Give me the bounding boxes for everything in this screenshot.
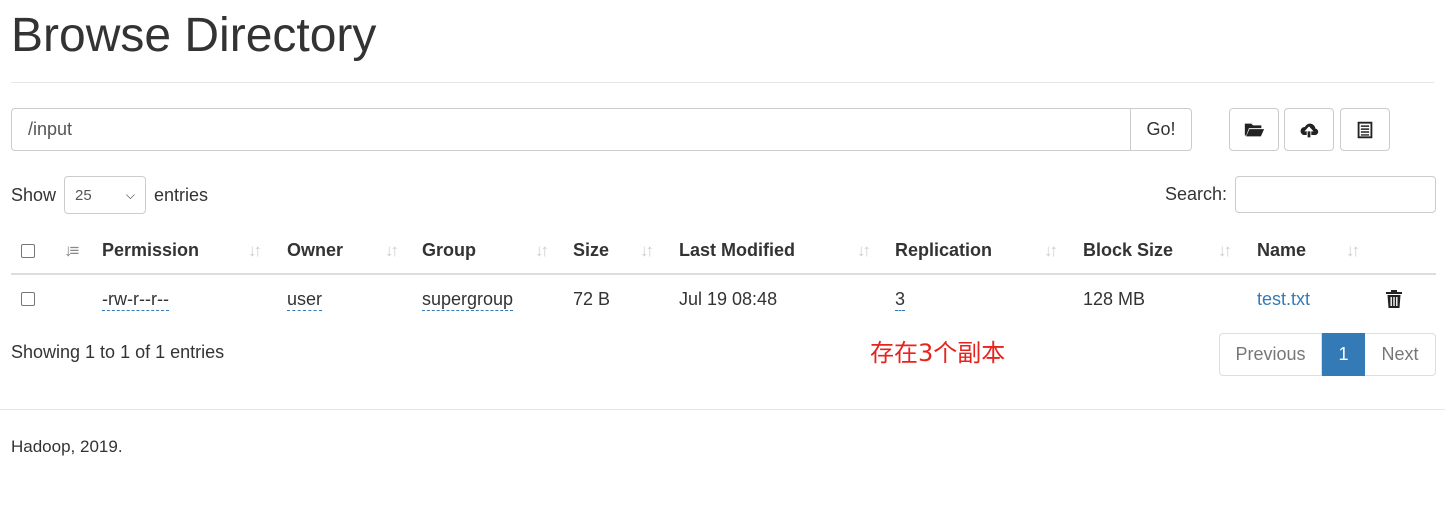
sort-icon[interactable]: ↓↑ bbox=[385, 228, 399, 273]
last-modified-cell: Jul 19 08:48 bbox=[679, 288, 778, 309]
sort-ascending-icon[interactable]: ↓≡ bbox=[64, 228, 80, 273]
table-row: -rw-r--r-- user supergroup 72 B Jul 19 0… bbox=[11, 276, 1436, 322]
page-1-button[interactable]: 1 bbox=[1322, 333, 1365, 376]
sort-icon[interactable]: ↓↑ bbox=[1218, 228, 1232, 273]
previous-page-button[interactable]: Previous bbox=[1219, 333, 1322, 376]
page-title: Browse Directory bbox=[11, 9, 377, 62]
sort-icon[interactable]: ↓↑ bbox=[248, 228, 262, 273]
list-icon bbox=[1357, 121, 1373, 138]
table-info: Showing 1 to 1 of 1 entries bbox=[11, 342, 225, 362]
block-size-cell: 128 MB bbox=[1083, 288, 1146, 309]
chevron-down-icon: ⌵ bbox=[125, 187, 136, 202]
sort-icon[interactable]: ↓↑ bbox=[857, 228, 871, 273]
create-directory-button[interactable] bbox=[1229, 108, 1279, 151]
column-header-size[interactable]: Size bbox=[573, 228, 609, 273]
file-name-link[interactable]: test.txt bbox=[1257, 289, 1310, 310]
entries-length-control: Show 25 ⌵ entries bbox=[11, 176, 208, 214]
sort-icon[interactable]: ↓↑ bbox=[640, 228, 654, 273]
search-label: Search: bbox=[1164, 184, 1227, 204]
sort-icon[interactable]: ↓↑ bbox=[535, 228, 549, 273]
sort-icon[interactable]: ↓↑ bbox=[1346, 228, 1360, 273]
entries-select[interactable]: 25 ⌵ bbox=[64, 176, 147, 214]
next-page-button[interactable]: Next bbox=[1365, 333, 1436, 376]
path-bar: Go! bbox=[11, 108, 1192, 151]
entries-select-value: 25 bbox=[75, 186, 92, 204]
group-cell[interactable]: supergroup bbox=[422, 288, 514, 311]
header-divider bbox=[11, 82, 1434, 83]
cloud-upload-icon bbox=[1300, 123, 1319, 137]
row-checkbox[interactable] bbox=[21, 276, 35, 322]
column-header-group[interactable]: Group bbox=[422, 228, 476, 273]
path-input[interactable] bbox=[11, 108, 1130, 151]
owner-cell[interactable]: user bbox=[287, 288, 323, 311]
column-header-name[interactable]: Name bbox=[1257, 228, 1306, 273]
size-cell: 72 B bbox=[573, 288, 611, 309]
footer-divider bbox=[0, 409, 1445, 410]
column-header-replication[interactable]: Replication bbox=[895, 228, 992, 273]
column-header-permission[interactable]: Permission bbox=[102, 228, 199, 273]
sort-icon[interactable]: ↓↑ bbox=[1044, 228, 1058, 273]
replication-annotation: 存在3个副本 bbox=[870, 339, 1006, 367]
column-header-owner[interactable]: Owner bbox=[287, 228, 343, 273]
search-input[interactable] bbox=[1235, 176, 1436, 213]
go-button[interactable]: Go! bbox=[1130, 108, 1192, 151]
select-all-checkbox[interactable] bbox=[21, 228, 35, 273]
column-header-block-size[interactable]: Block Size bbox=[1083, 228, 1173, 273]
table-header: ↓≡ Permission ↓↑ Owner ↓↑ Group ↓↑ Size … bbox=[11, 228, 1436, 275]
trash-icon bbox=[1386, 290, 1402, 308]
folder-open-icon bbox=[1244, 123, 1265, 136]
upload-file-button[interactable] bbox=[1284, 108, 1334, 151]
pagination: Previous 1 Next bbox=[1219, 333, 1436, 376]
permission-cell[interactable]: -rw-r--r-- bbox=[102, 288, 169, 311]
show-label: Show bbox=[11, 184, 57, 205]
entries-suffix-label: entries bbox=[154, 184, 209, 205]
footer-text: Hadoop, 2019. bbox=[11, 437, 123, 456]
search-control: Search: bbox=[1165, 176, 1436, 213]
replication-cell[interactable]: 3 bbox=[895, 288, 906, 311]
delete-button[interactable] bbox=[1385, 276, 1403, 322]
column-header-last-modified[interactable]: Last Modified bbox=[679, 228, 795, 273]
utilities-button[interactable] bbox=[1340, 108, 1390, 151]
